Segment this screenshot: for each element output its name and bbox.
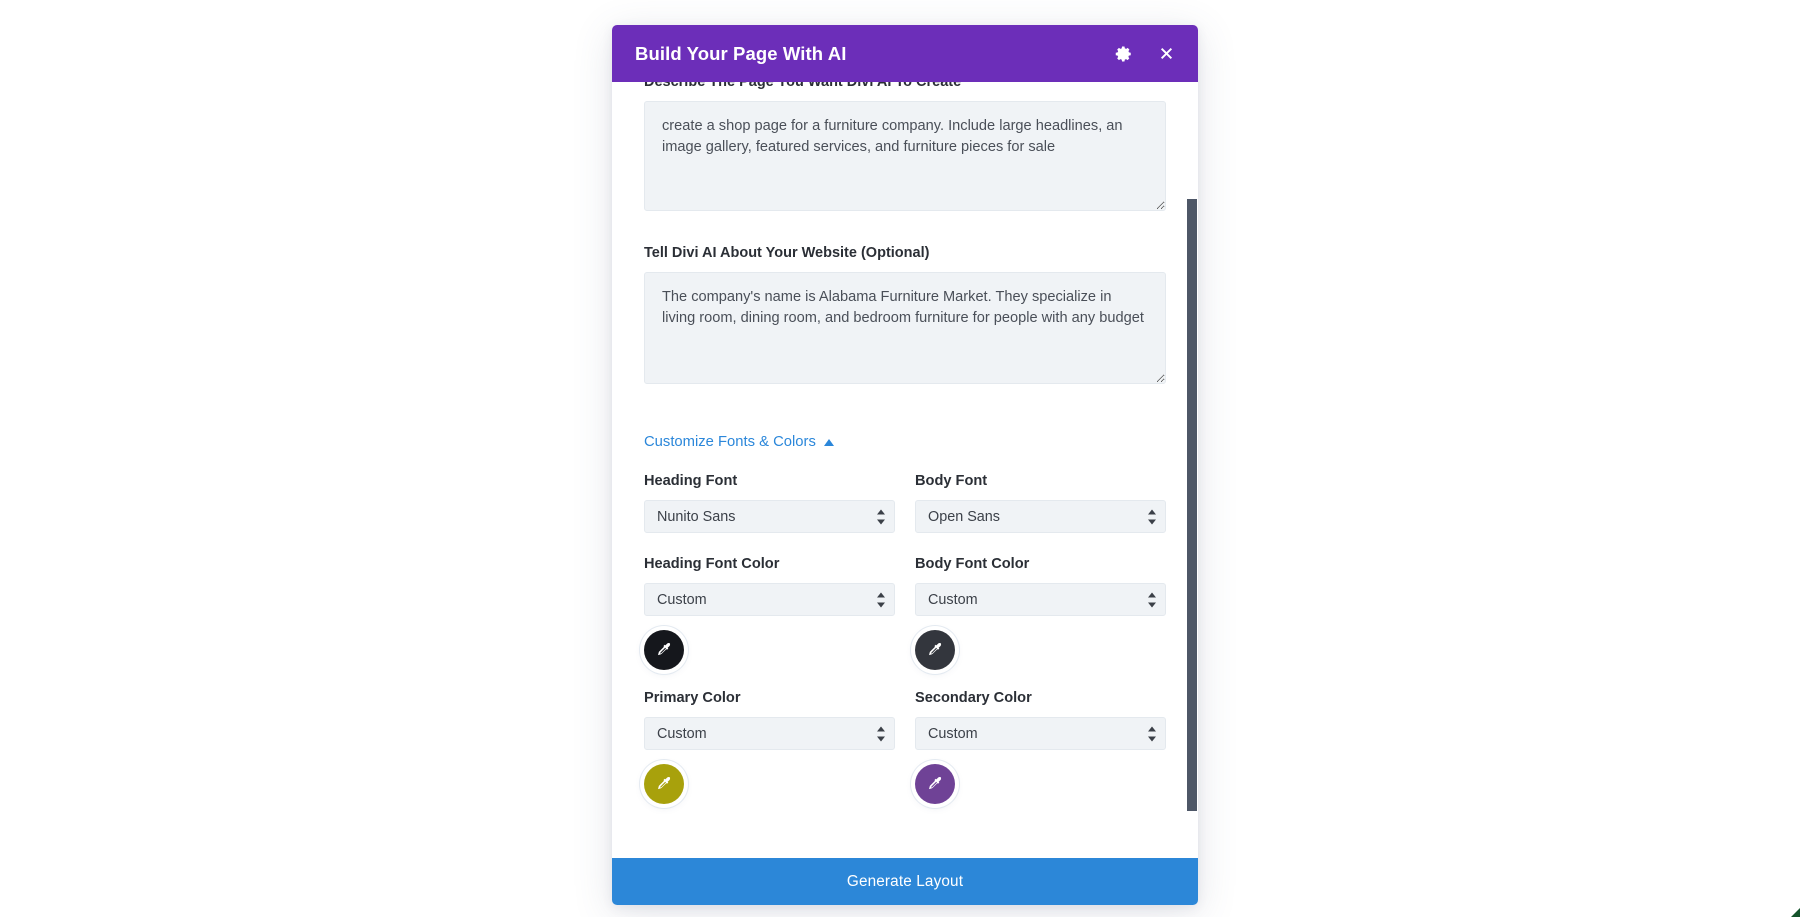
heading-font-field: Heading Font Nunito Sans [644,472,895,533]
secondary-color-field: Secondary Color Custom [915,689,1166,811]
customize-fonts-colors-toggle[interactable]: Customize Fonts & Colors [644,434,834,450]
chevron-updown-icon [1147,509,1156,524]
body-font-value: Open Sans [928,508,1001,525]
eyedropper-icon [928,642,941,655]
font-selectors-row: Heading Font Nunito Sans Body Font Open … [644,472,1166,533]
modal-body-content: Describe The Page You Want Divi AI To Cr… [644,82,1166,811]
chevron-updown-icon [876,592,885,607]
heading-font-color-select[interactable]: Custom [644,583,895,616]
gear-icon[interactable] [1113,43,1135,65]
customize-toggle-label: Customize Fonts & Colors [644,434,816,450]
chevron-updown-icon [876,726,885,741]
close-icon[interactable] [1155,43,1177,65]
about-label: Tell Divi AI About Your Website (Optiona… [644,245,930,261]
heading-font-label: Heading Font [644,473,738,489]
heading-font-value: Nunito Sans [657,508,736,525]
generate-layout-button[interactable]: Generate Layout [612,858,1198,905]
primary-color-swatch[interactable] [644,764,684,804]
heading-font-color-field: Heading Font Color Custom [644,555,895,677]
secondary-color-select[interactable]: Custom [915,717,1166,750]
modal-footer: Generate Layout [612,858,1198,905]
modal-scrollbar-track[interactable] [1186,139,1198,811]
eyedropper-icon [657,776,670,789]
describe-label: Describe The Page You Want Divi AI To Cr… [644,82,962,90]
body-font-color-swatch-row [915,616,1166,677]
describe-field-group: Describe The Page You Want Divi AI To Cr… [644,82,1166,211]
header-actions [1113,43,1177,65]
build-page-with-ai-modal: Build Your Page With AI Describe The Pag… [612,25,1198,905]
chevron-updown-icon [876,509,885,524]
heading-font-color-swatch-row [644,616,895,677]
secondary-color-label: Secondary Color [915,690,1032,706]
heading-font-color-value: Custom [657,591,707,608]
secondary-color-swatch-row [915,750,1166,811]
corner-marker [1786,903,1800,917]
body-font-select[interactable]: Open Sans [915,500,1166,533]
modal-scrollbar-thumb[interactable] [1187,199,1197,811]
about-field-group: Tell Divi AI About Your Website (Optiona… [644,244,1166,384]
body-font-color-field: Body Font Color Custom [915,555,1166,677]
heading-font-color-swatch[interactable] [644,630,684,670]
body-font-color-select[interactable]: Custom [915,583,1166,616]
heading-font-select[interactable]: Nunito Sans [644,500,895,533]
modal-body: Describe The Page You Want Divi AI To Cr… [612,82,1198,858]
eyedropper-icon [657,642,670,655]
body-font-color-label: Body Font Color [915,556,1030,572]
font-color-row: Heading Font Color Custom Body Font Colo… [644,555,1166,677]
eyedropper-icon [928,776,941,789]
body-font-color-value: Custom [928,591,978,608]
primary-color-swatch-row [644,750,895,811]
body-font-field: Body Font Open Sans [915,472,1166,533]
primary-color-select[interactable]: Custom [644,717,895,750]
primary-color-value: Custom [657,725,707,742]
about-textarea[interactable] [644,272,1166,384]
modal-title: Build Your Page With AI [635,42,847,64]
chevron-updown-icon [1147,592,1156,607]
caret-up-icon [823,439,834,446]
chevron-updown-icon [1147,726,1156,741]
secondary-color-value: Custom [928,725,978,742]
secondary-color-swatch[interactable] [915,764,955,804]
modal-header: Build Your Page With AI [612,25,1198,82]
describe-textarea[interactable] [644,101,1166,211]
body-font-label: Body Font [915,473,988,489]
primary-color-field: Primary Color Custom [644,689,895,811]
body-font-color-swatch[interactable] [915,630,955,670]
primary-color-label: Primary Color [644,690,741,706]
heading-font-color-label: Heading Font Color [644,556,780,572]
brand-color-row: Primary Color Custom Secondary Color Cus… [644,689,1166,811]
page-root: Build Your Page With AI Describe The Pag… [0,0,1800,917]
